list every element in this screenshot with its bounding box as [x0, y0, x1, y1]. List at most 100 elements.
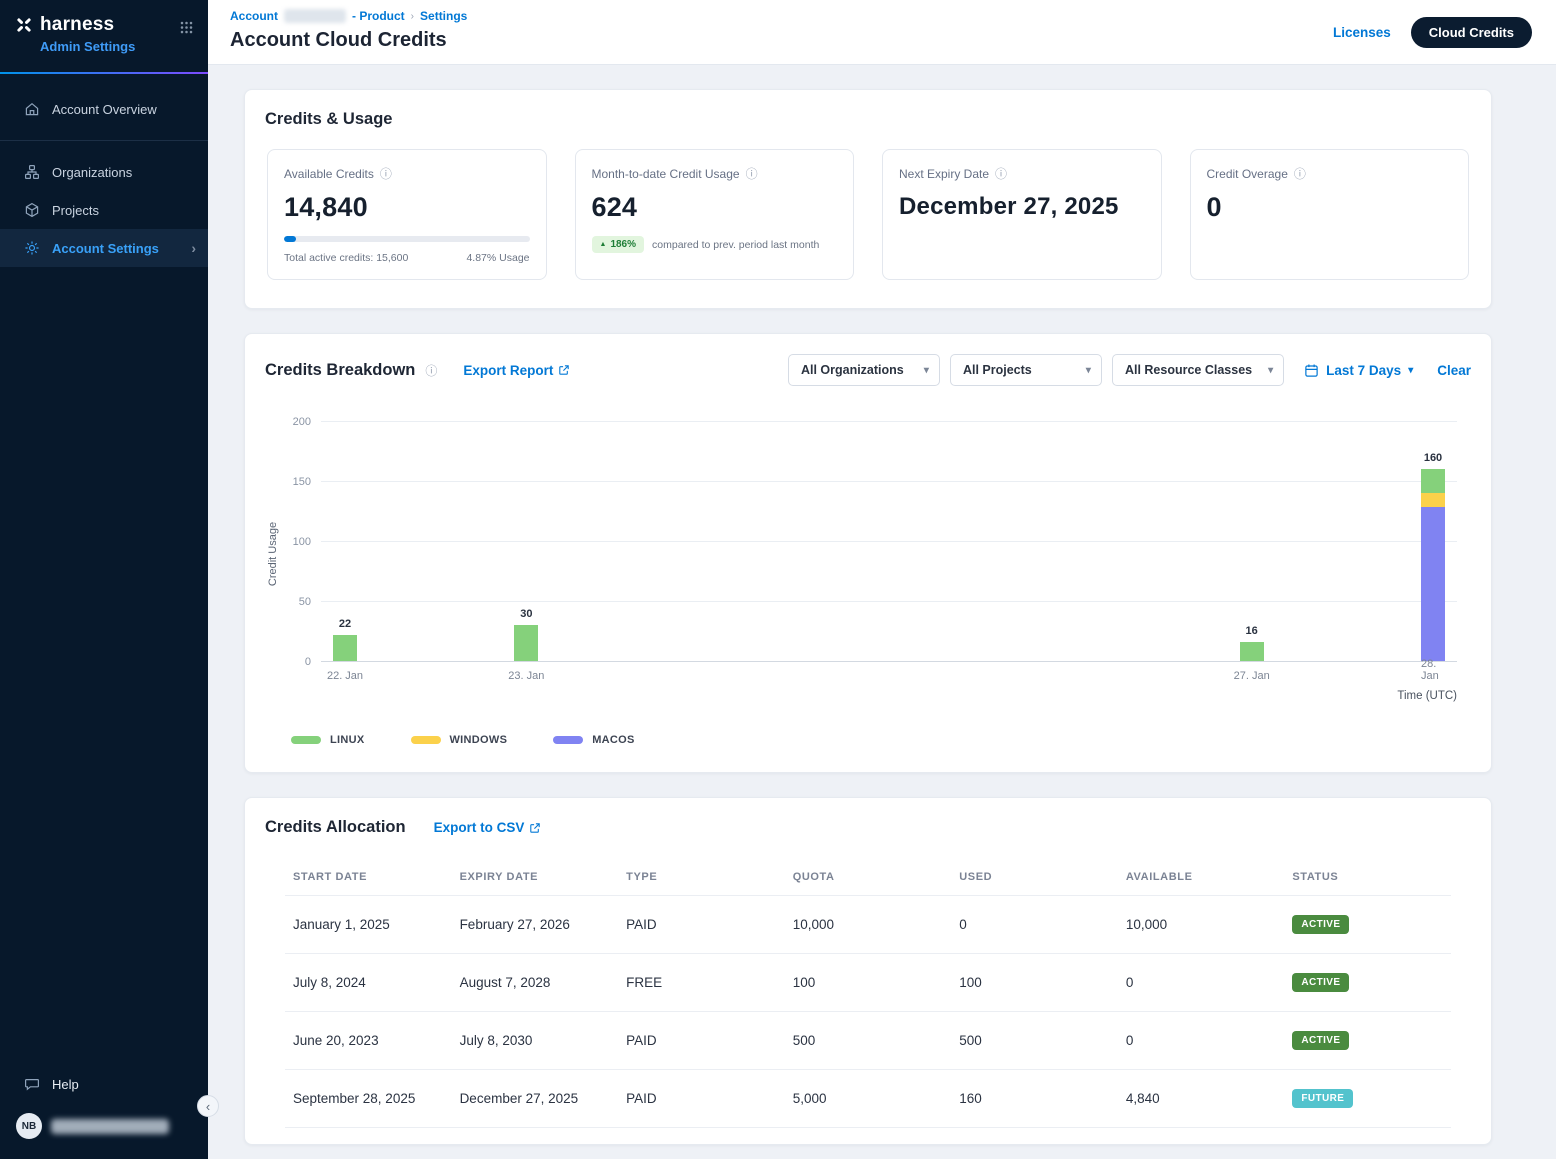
cell-start-date: September 28, 2025 — [285, 1070, 452, 1128]
cell-type: PAID — [618, 1012, 785, 1070]
table-header-row: START DATE EXPIRY DATE TYPE QUOTA USED A… — [285, 859, 1451, 896]
breadcrumb: Account - Product › Settings — [230, 9, 467, 23]
info-icon[interactable]: ⓘ — [380, 165, 392, 182]
bar-total-label: 22 — [339, 618, 351, 630]
mtd-usage-value: 624 — [592, 192, 838, 223]
credits-allocation-title: Credits Allocation — [265, 818, 406, 837]
breadcrumb-separator: › — [411, 11, 414, 22]
breadcrumb-product-link[interactable]: - Product — [352, 9, 405, 23]
credits-allocation-card: Credits Allocation Export to CSV START D… — [244, 797, 1492, 1145]
info-icon[interactable]: ⓘ — [425, 362, 437, 379]
credits-usage-title: Credits & Usage — [265, 110, 1471, 129]
sidebar-item-account-settings[interactable]: Account Settings › — [0, 229, 208, 267]
col-type: TYPE — [618, 859, 785, 896]
col-status: STATUS — [1284, 859, 1451, 896]
legend-item-linux[interactable]: LINUX — [291, 734, 365, 746]
bar-segment-linux — [1421, 469, 1445, 493]
sidebar-item-label: Projects — [52, 203, 99, 218]
stat-label: Month-to-date Credit Usage — [592, 167, 740, 181]
col-used: USED — [951, 859, 1118, 896]
projects-select-value: All Projects — [963, 363, 1032, 377]
bar-segment-macos — [1421, 507, 1445, 661]
chart-gridline — [321, 481, 1457, 482]
brand-row[interactable]: harness — [14, 14, 194, 36]
chart-bar-28-jan[interactable] — [1421, 469, 1445, 661]
breadcrumb-account-link[interactable]: Account — [230, 9, 278, 23]
x-tick-label: 27. Jan — [1234, 670, 1270, 682]
sidebar-item-account-overview[interactable]: Account Overview — [0, 90, 208, 128]
x-tick-label: 28. Jan — [1421, 658, 1445, 682]
y-tick-label: 150 — [293, 476, 311, 488]
user-row[interactable]: NB — [0, 1103, 208, 1151]
info-icon[interactable]: ⓘ — [746, 165, 758, 182]
info-icon[interactable]: ⓘ — [1294, 165, 1306, 182]
cell-quota: 500 — [785, 1012, 952, 1070]
legend-swatch — [291, 736, 321, 744]
available-credits-stat: Available Credits ⓘ 14,840 Total active … — [267, 149, 547, 280]
cell-expiry-date: August 7, 2028 — [452, 954, 619, 1012]
legend-item-macos[interactable]: MACOS — [553, 734, 634, 746]
cloud-credits-button[interactable]: Cloud Credits — [1411, 17, 1532, 48]
export-csv-label: Export to CSV — [434, 820, 525, 835]
chart-bar-23-jan[interactable] — [514, 625, 538, 661]
organizations-select[interactable]: All Organizations ▾ — [788, 354, 940, 386]
page-header: Account - Product › Settings Account Clo… — [208, 0, 1556, 65]
avatar[interactable]: NB — [16, 1113, 42, 1139]
export-csv-link[interactable]: Export to CSV — [434, 820, 542, 835]
breakdown-filters: All Organizations ▾ All Projects ▾ All R… — [788, 354, 1471, 386]
chart-y-axis-title: Credit Usage — [267, 434, 279, 674]
legend-item-windows[interactable]: WINDOWS — [411, 734, 508, 746]
stats-grid: Available Credits ⓘ 14,840 Total active … — [267, 149, 1469, 280]
clear-filters-link[interactable]: Clear — [1437, 363, 1471, 378]
col-start-date: START DATE — [285, 859, 452, 896]
y-tick-label: 200 — [293, 416, 311, 428]
arrow-up-icon: ▲ — [600, 241, 607, 248]
allocation-table: START DATE EXPIRY DATE TYPE QUOTA USED A… — [285, 859, 1451, 1144]
credits-progress-bar — [284, 236, 530, 242]
y-tick-label: 0 — [305, 656, 311, 668]
chevron-down-icon: ▾ — [1268, 365, 1273, 376]
y-tick-label: 50 — [299, 596, 311, 608]
external-link-icon — [529, 822, 541, 834]
cell-type: FREE — [618, 954, 785, 1012]
credit-overage-stat: Credit Overage ⓘ 0 — [1190, 149, 1470, 280]
main: Account - Product › Settings Account Clo… — [208, 0, 1556, 1159]
chart-gridline — [321, 601, 1457, 602]
mtd-usage-stat: Month-to-date Credit Usage ⓘ 624 ▲ 186% … — [575, 149, 855, 280]
delta-note: compared to prev. period last month — [652, 239, 819, 251]
apps-grid-icon[interactable] — [179, 20, 194, 40]
external-link-icon — [558, 364, 570, 376]
sidebar-nav: Account Overview Organizations Projects … — [0, 74, 208, 267]
sidebar-header: harness Admin Settings — [0, 0, 208, 72]
chevron-down-icon: ▾ — [1086, 365, 1091, 376]
date-range-picker[interactable]: Last 7 Days ▾ — [1304, 363, 1413, 378]
chart-gridline — [321, 541, 1457, 542]
resource-classes-select[interactable]: All Resource Classes ▾ — [1112, 354, 1284, 386]
info-icon[interactable]: ⓘ — [995, 165, 1007, 182]
cell-quota: 5,000 — [785, 1070, 952, 1128]
x-tick-label: 22. Jan — [327, 670, 363, 682]
status-badge: ACTIVE — [1292, 915, 1349, 934]
sidebar-collapse-toggle[interactable]: ‹ — [197, 1095, 219, 1117]
col-expiry-date: EXPIRY DATE — [452, 859, 619, 896]
chat-bubble-icon — [24, 1076, 40, 1092]
projects-select[interactable]: All Projects ▾ — [950, 354, 1102, 386]
chart-bar-27-jan[interactable] — [1240, 642, 1264, 661]
cell-used: 100 — [951, 954, 1118, 1012]
sidebar-item-organizations[interactable]: Organizations — [0, 153, 208, 191]
breadcrumb-settings-link[interactable]: Settings — [420, 9, 467, 23]
cell-type: PAID — [618, 896, 785, 954]
bar-total-label: 160 — [1424, 452, 1442, 464]
sidebar-item-projects[interactable]: Projects — [0, 191, 208, 229]
licenses-link[interactable]: Licenses — [1333, 25, 1391, 40]
sidebar-divider — [0, 140, 208, 141]
sidebar-bottom: Help NB — [0, 1065, 208, 1159]
legend-label: WINDOWS — [450, 734, 508, 746]
export-report-link[interactable]: Export Report — [463, 363, 570, 378]
resource-classes-select-value: All Resource Classes — [1125, 363, 1252, 377]
chart-bar-22-jan[interactable] — [333, 635, 357, 661]
sidebar: harness Admin Settings Account Overview … — [0, 0, 208, 1159]
sidebar-item-label: Organizations — [52, 165, 132, 180]
cell-type: PAID — [618, 1070, 785, 1128]
help-button[interactable]: Help — [0, 1065, 208, 1103]
